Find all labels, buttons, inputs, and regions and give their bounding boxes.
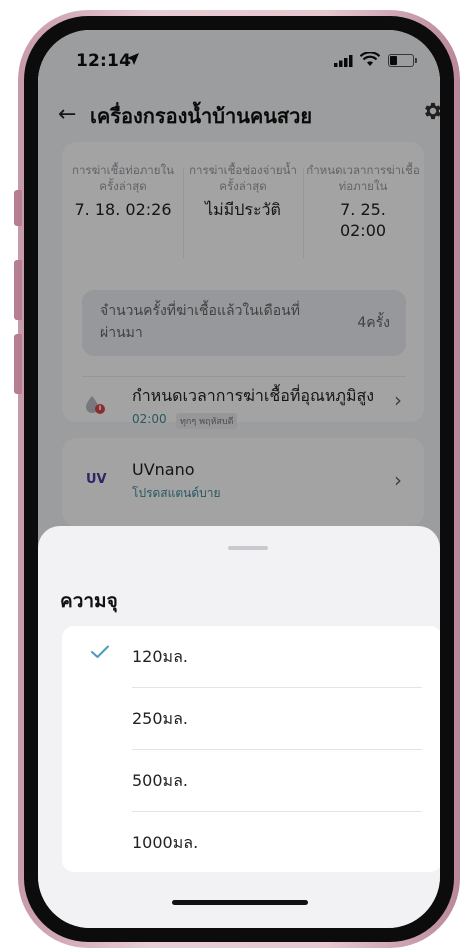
capacity-option-120[interactable]: 120มล. — [62, 626, 440, 687]
capacity-option-500[interactable]: 500มล. — [62, 750, 440, 811]
option-label: 1000มล. — [132, 833, 199, 852]
checkmark-icon — [91, 645, 109, 658]
capacity-bottom-sheet: ความจุ 120มล. 250มล. 500มล. 1000มล. — [38, 526, 440, 928]
volume-down-button — [14, 334, 22, 394]
sheet-grabber[interactable] — [228, 546, 268, 550]
option-label: 120มล. — [132, 647, 188, 666]
capacity-options-list: 120มล. 250มล. 500มล. 1000มล. — [62, 626, 440, 872]
mute-switch — [14, 190, 22, 226]
option-label: 500มล. — [132, 771, 188, 790]
sheet-title: ความจุ — [60, 590, 118, 612]
volume-up-button — [14, 260, 22, 320]
screen: 12:14 ← เครื่องกรองน้ำบ้านคนสวย การฆ่าเช… — [38, 30, 440, 928]
option-label: 250มล. — [132, 709, 188, 728]
home-indicator[interactable] — [172, 900, 308, 905]
capacity-option-250[interactable]: 250มล. — [62, 688, 440, 749]
capacity-option-1000[interactable]: 1000มล. — [62, 812, 440, 873]
